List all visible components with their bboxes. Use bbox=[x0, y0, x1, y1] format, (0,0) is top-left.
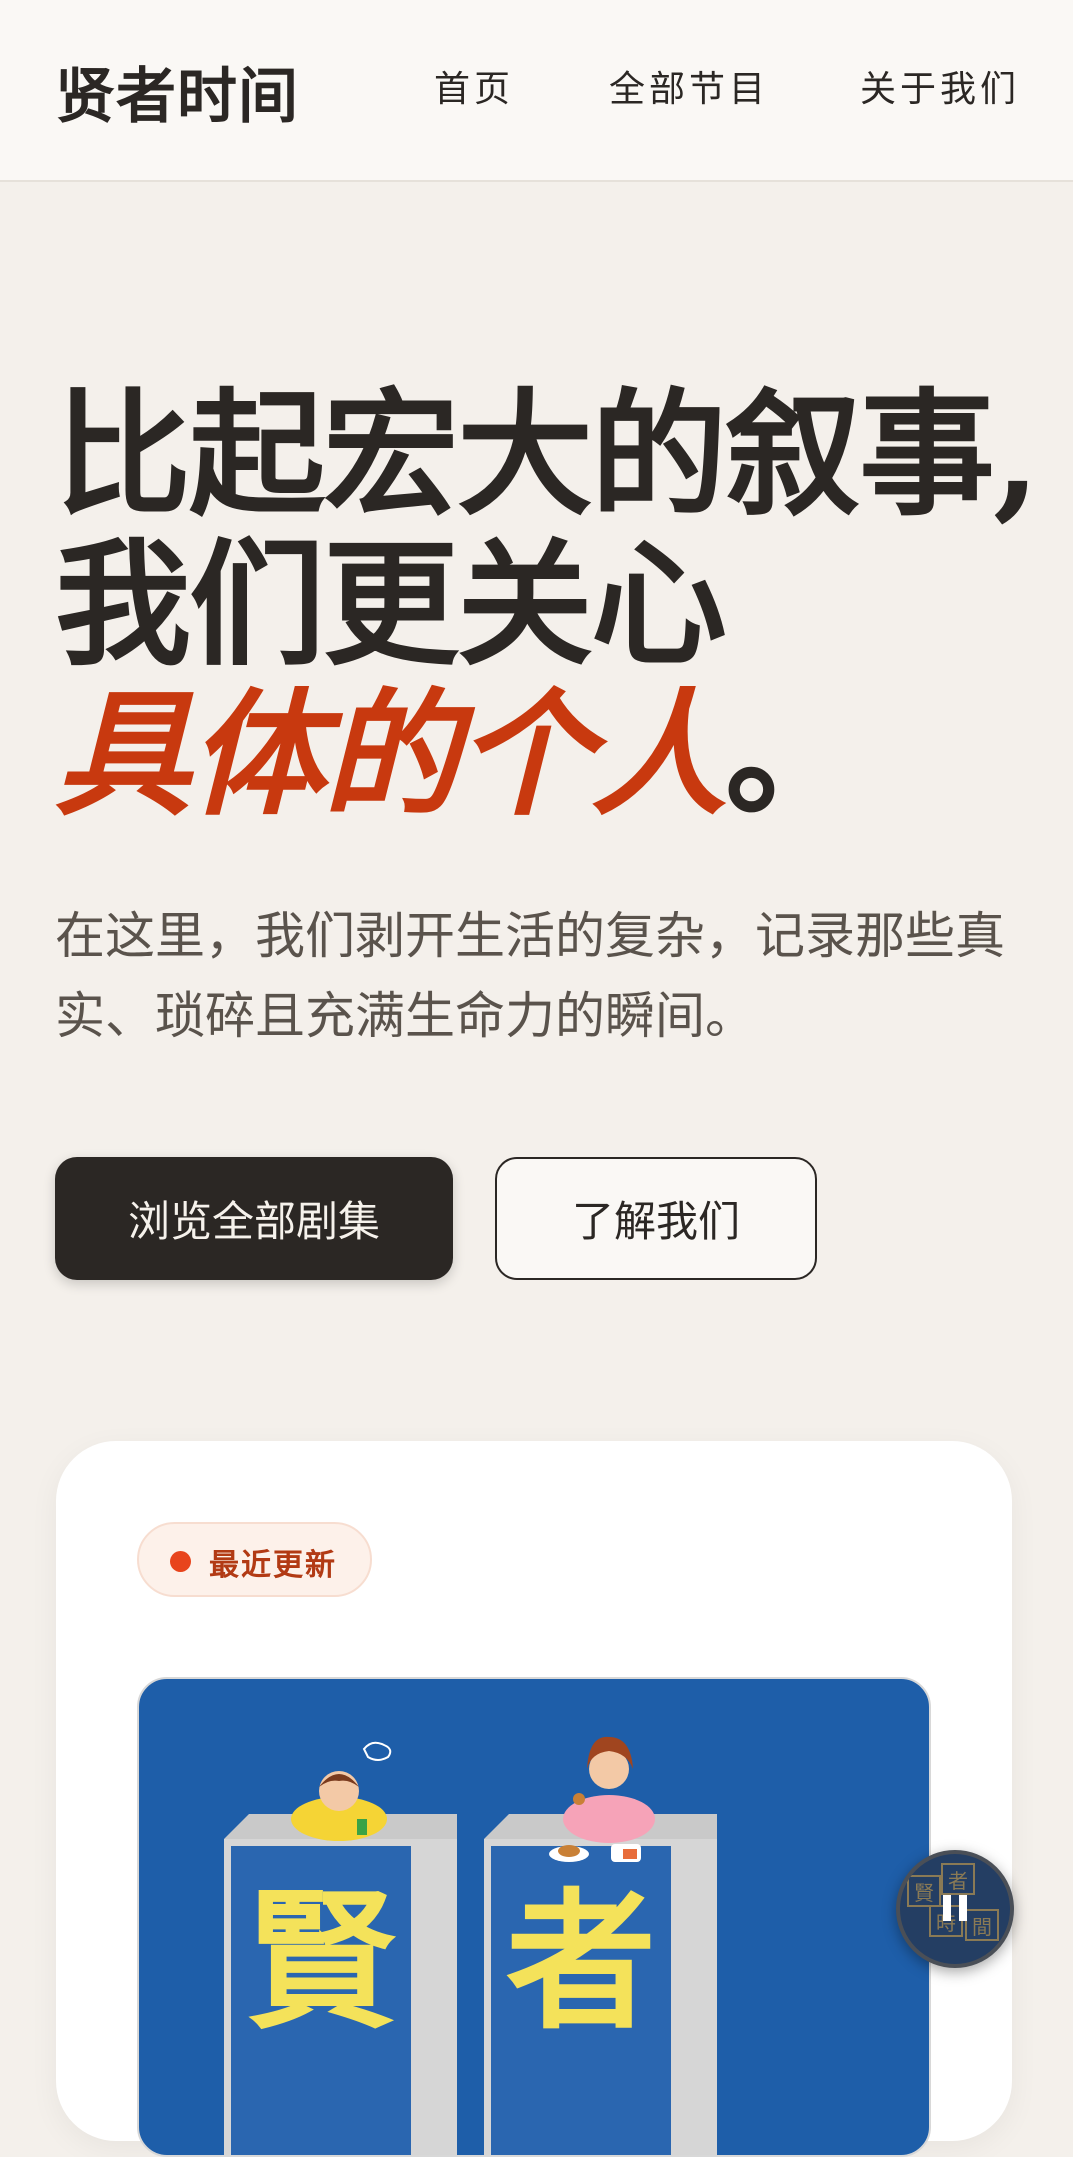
hero-title: 比起宏大的叙事, 我们更关心 具体的个人。 bbox=[55, 380, 1055, 830]
latest-badge: 最近更新 bbox=[137, 1522, 372, 1597]
player-seal-logo: 賢 者 時 間 bbox=[907, 1863, 999, 1941]
episode-cover-image[interactable]: 賢 者 bbox=[137, 1677, 931, 2157]
hero-title-accent: 具体的个人 bbox=[55, 675, 727, 835]
browse-episodes-button[interactable]: 浏览全部剧集 bbox=[55, 1157, 453, 1280]
hero-subtitle-line-1: 在这里，我们剥开生活的复杂，记录那些真 bbox=[55, 907, 1005, 965]
hero-subtitle: 在这里，我们剥开生活的复杂，记录那些真 实、琐碎且充满生命力的瞬间。 bbox=[55, 896, 1025, 1056]
cover-illustration: 賢 者 bbox=[224, 1736, 717, 2155]
live-dot-icon bbox=[170, 1551, 191, 1572]
nav-link-all-episodes[interactable]: 全部节目 bbox=[609, 60, 769, 112]
nav-link-about[interactable]: 关于我们 bbox=[860, 60, 1020, 112]
site-logo[interactable]: 贤者时间 bbox=[55, 48, 299, 135]
svg-text:賢: 賢 bbox=[914, 1881, 934, 1905]
nav-link-home[interactable]: 首页 bbox=[434, 60, 514, 112]
hero-subtitle-line-2: 实、琐碎且充满生命力的瞬间。 bbox=[55, 987, 755, 1045]
hero-title-line-1: 比起宏大的叙事, bbox=[55, 375, 1040, 535]
audio-player-button[interactable]: 賢 者 時 間 bbox=[896, 1850, 1014, 1968]
latest-episode-card: 最近更新 賢 者 bbox=[56, 1441, 1012, 2157]
site-header: 贤者时间 首页 全部节目 关于我们 bbox=[0, 0, 1073, 182]
sleeping-person-illustration bbox=[291, 1741, 392, 1841]
svg-text:間: 間 bbox=[972, 1915, 992, 1939]
about-us-button[interactable]: 了解我们 bbox=[495, 1157, 817, 1280]
hero-title-line-3: 具体的个人。 bbox=[55, 680, 1055, 830]
hero-title-period: 。 bbox=[725, 675, 861, 835]
latest-badge-label: 最近更新 bbox=[209, 1548, 337, 1583]
svg-text:者: 者 bbox=[948, 1869, 968, 1893]
hero-title-line-2: 我们更关心 bbox=[55, 525, 727, 685]
